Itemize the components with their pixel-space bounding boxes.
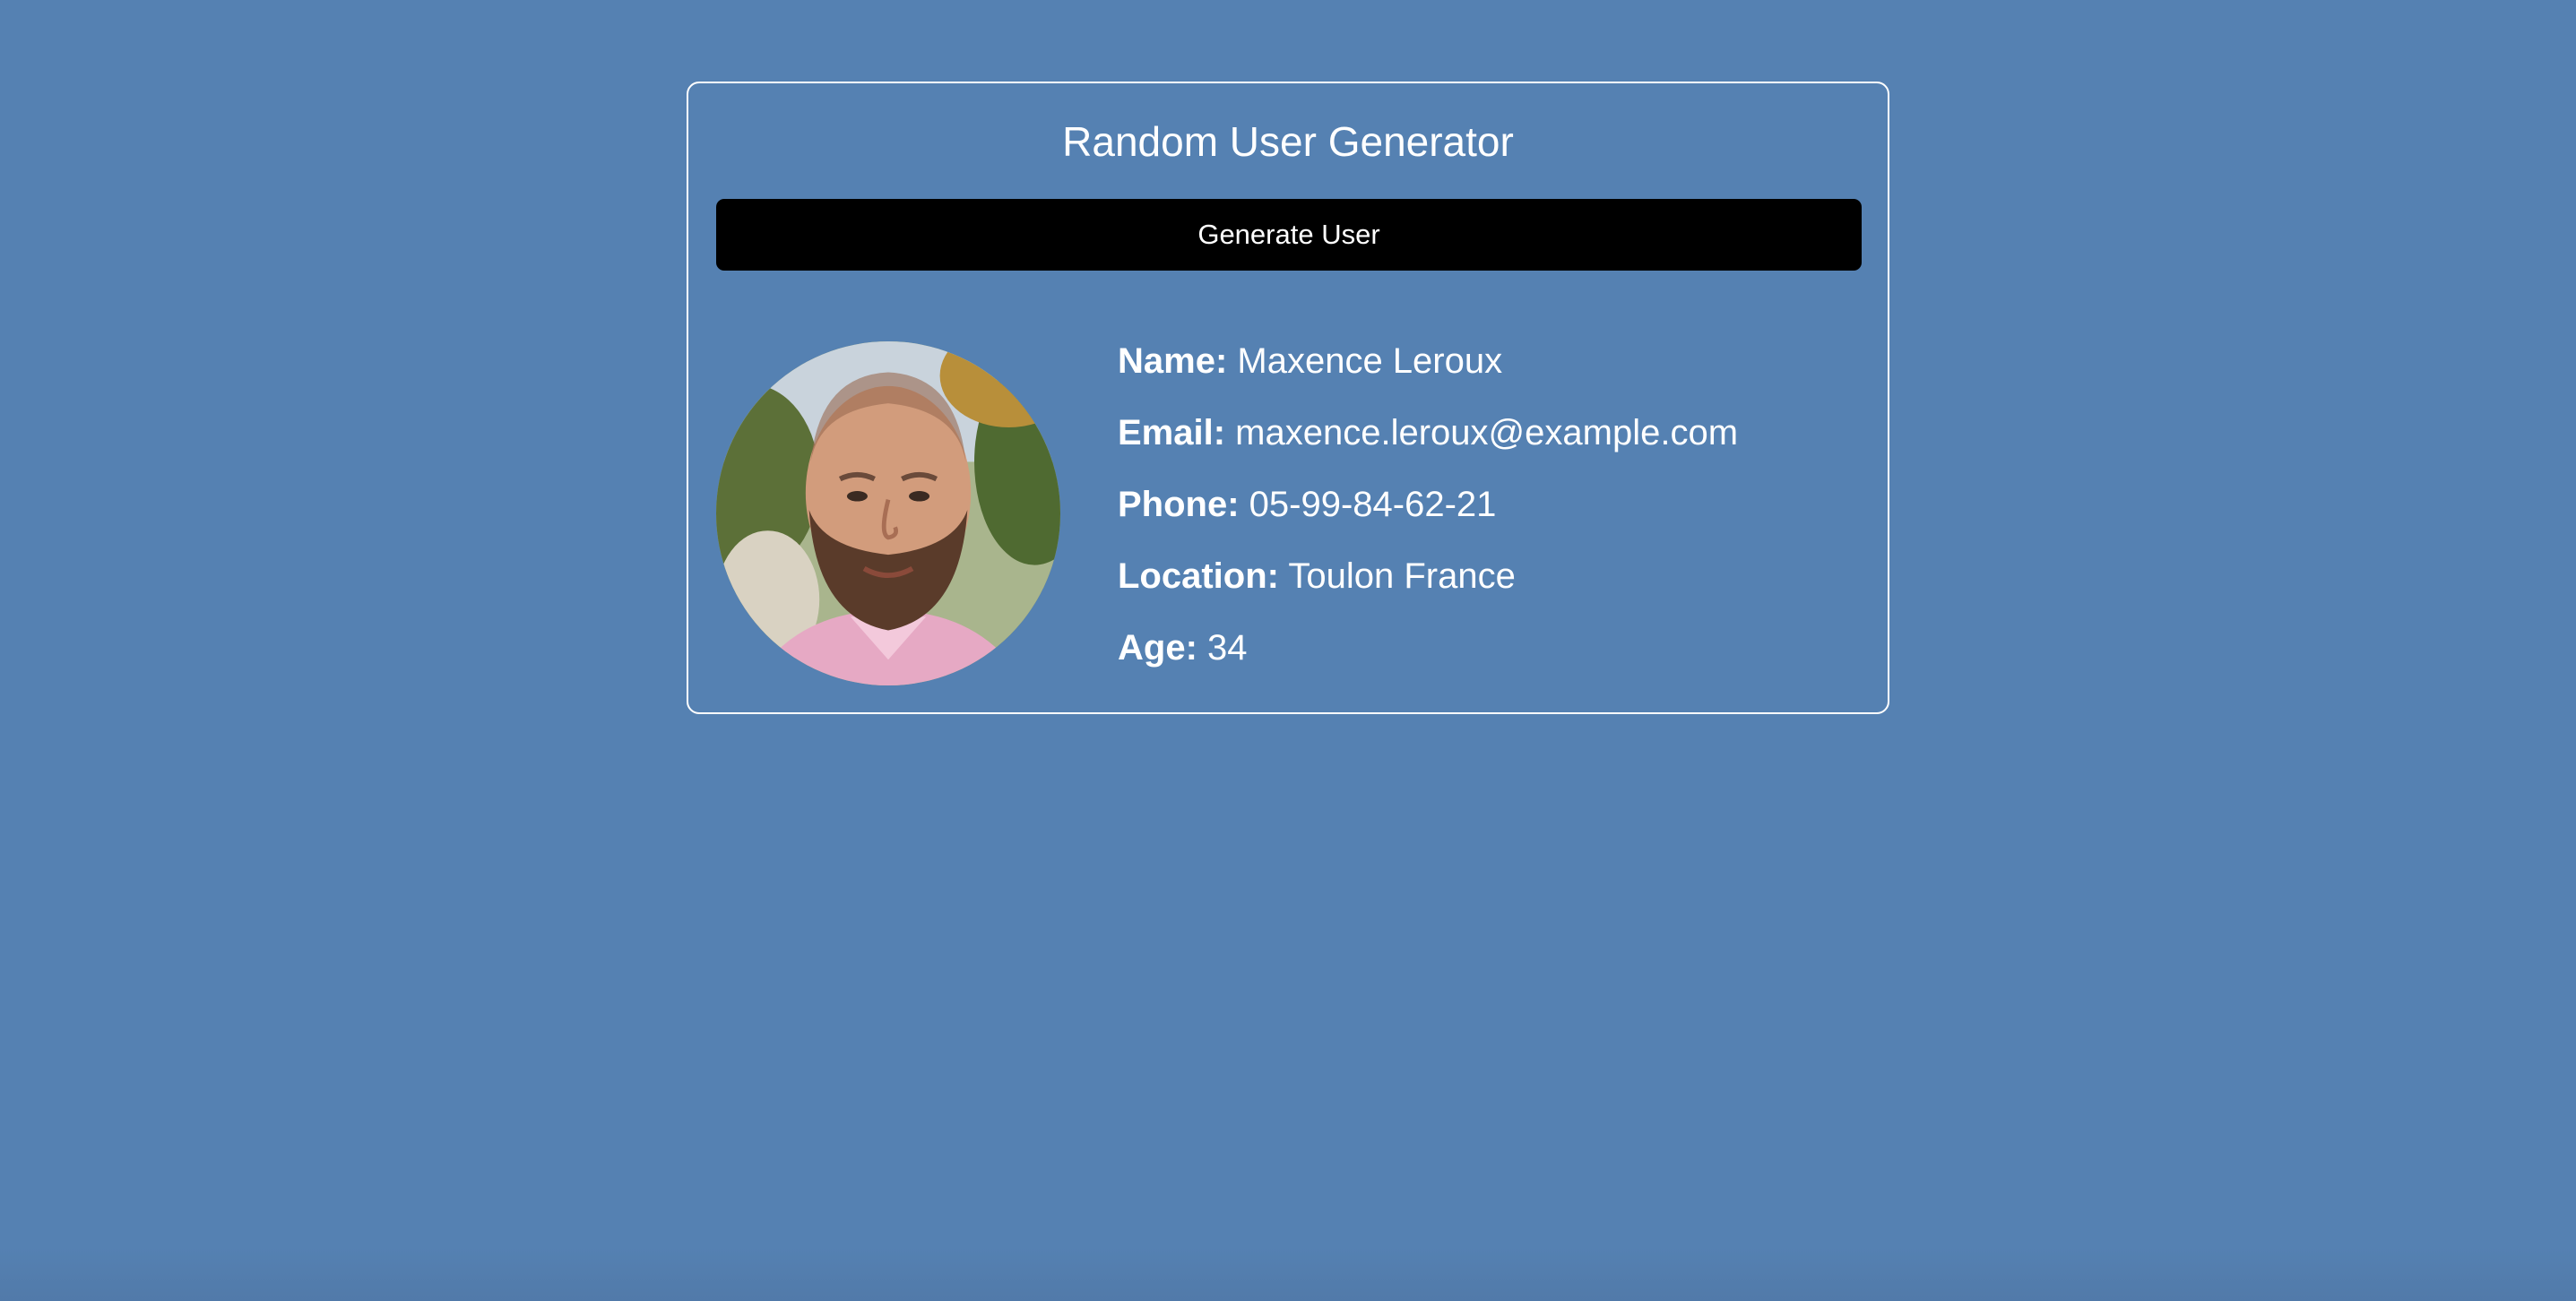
location-value: Toulon France: [1288, 556, 1516, 596]
email-value: maxence.leroux@example.com: [1235, 413, 1739, 452]
age-label: Age:: [1118, 628, 1197, 668]
location-label: Location:: [1118, 556, 1279, 596]
email-label: Email:: [1118, 413, 1226, 452]
age-value: 34: [1207, 628, 1248, 668]
page-title: Random User Generator: [1062, 118, 1514, 165]
user-name-row: Name: Maxence Leroux: [1118, 343, 1871, 415]
name-label: Name:: [1118, 341, 1228, 381]
avatar: [716, 341, 1060, 685]
user-phone-row: Phone: 05-99-84-62-21: [1118, 487, 1871, 558]
user-avatar-photo-icon: [716, 341, 1060, 685]
bottom-shadow: [0, 1247, 2576, 1301]
user-email-row: Email: maxence.leroux@example.com: [1118, 415, 1871, 487]
user-age-row: Age: 34: [1118, 630, 1871, 702]
user-location-row: Location: Toulon France: [1118, 558, 1871, 630]
name-value: Maxence Leroux: [1237, 341, 1503, 381]
phone-value: 05-99-84-62-21: [1249, 485, 1497, 524]
user-card: Random User Generator Generate User Name…: [687, 82, 1889, 714]
generate-user-button[interactable]: Generate User: [716, 199, 1862, 271]
user-info: Name: Maxence Leroux Email: maxence.lero…: [1118, 343, 1871, 702]
phone-label: Phone:: [1118, 485, 1240, 524]
